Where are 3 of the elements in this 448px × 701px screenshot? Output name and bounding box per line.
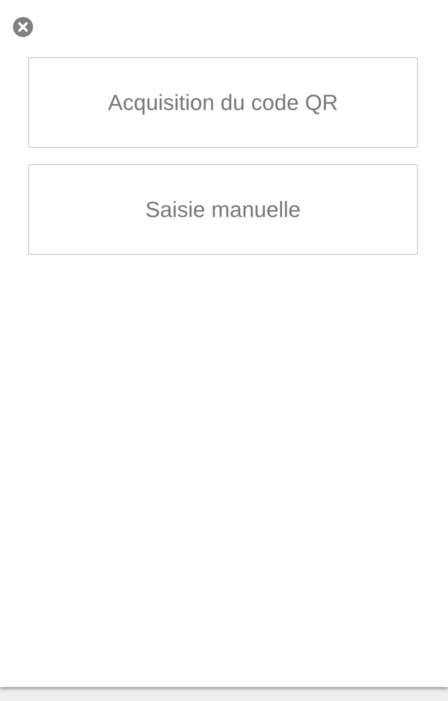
close-icon[interactable] xyxy=(13,17,33,37)
option-button[interactable]: Saisie manuelle xyxy=(28,164,418,255)
option-button[interactable]: Acquisition du code QR xyxy=(28,57,418,148)
